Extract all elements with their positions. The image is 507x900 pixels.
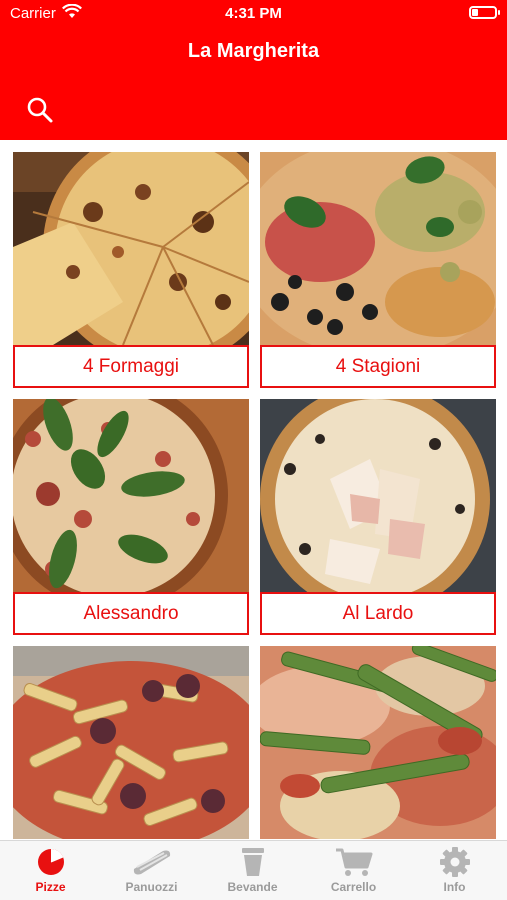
pizza-name-label: Al Lardo: [260, 592, 496, 635]
page-title: La Margherita: [187, 40, 320, 62]
pizza-name-label: 4 Stagioni: [260, 345, 496, 388]
pizza-alessandro-photo: [13, 399, 249, 592]
cup-icon: [241, 848, 264, 876]
pizza-name-label: 4 Formaggi: [13, 345, 249, 388]
tab-carrello[interactable]: Carrello: [303, 847, 404, 899]
pizza-4-formaggi-photo: [13, 152, 249, 345]
search-icon[interactable]: [26, 96, 54, 124]
gear-icon: [439, 847, 470, 877]
tab-pizze[interactable]: Pizze: [0, 847, 101, 899]
cart-icon: [335, 848, 372, 876]
pizza-icon: [37, 849, 64, 875]
tab-label: Bevande: [227, 880, 278, 894]
pizza-penne-photo: [13, 646, 249, 839]
pizza-al-lardo-photo: [260, 399, 496, 592]
tab-bar: Pizze Panuozzi Bevande Carrello Info: [0, 840, 507, 900]
tab-panuozzi[interactable]: Panuozzi: [101, 847, 202, 899]
tab-label: Info: [443, 880, 466, 894]
status-bar: Carrier 4:31 PM: [0, 0, 507, 28]
sandwich-icon: [133, 850, 170, 875]
tab-label: Carrello: [330, 880, 377, 894]
pizza-4-stagioni-photo: [260, 152, 496, 345]
pizza-grid: 4 Formaggi 4 Stagioni Alessandro Al Lard…: [0, 140, 507, 840]
tab-bevande[interactable]: Bevande: [202, 847, 303, 899]
tab-info[interactable]: Info: [404, 847, 505, 899]
tab-label: Pizze: [35, 880, 66, 894]
pizza-name-label: Alessandro: [13, 592, 249, 635]
pizza-asparagi-photo: [260, 646, 496, 839]
tab-label: Panuozzi: [125, 880, 178, 894]
battery-icon: [469, 6, 500, 19]
status-time: 4:31 PM: [225, 5, 282, 22]
navigation-header: Carrier 4:31 PM La Margherita: [0, 0, 507, 140]
